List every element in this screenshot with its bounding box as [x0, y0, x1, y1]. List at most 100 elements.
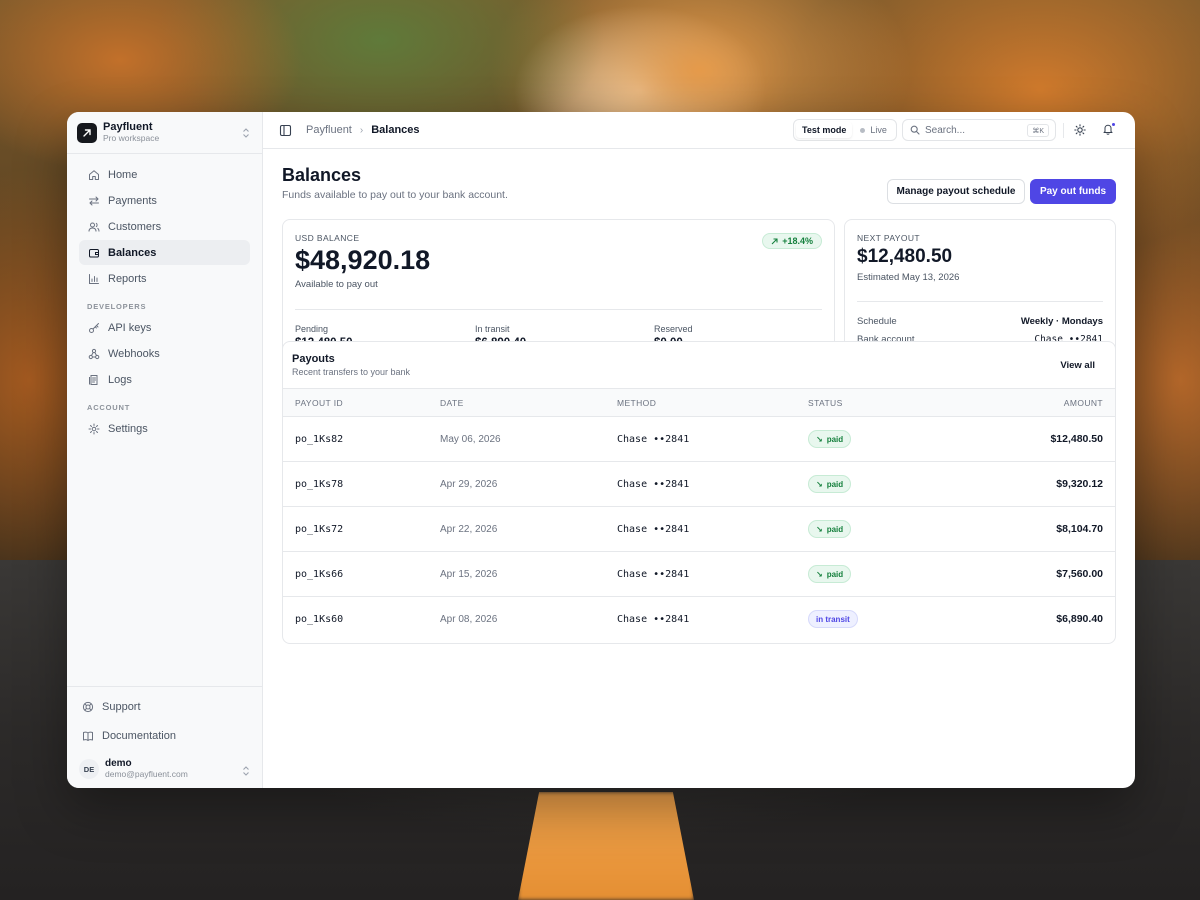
breadcrumb-item[interactable]: Payfluent	[306, 124, 352, 136]
status-label: in transit	[816, 614, 850, 624]
sidebar-item-label: Settings	[108, 422, 148, 435]
logo-icon	[77, 122, 97, 143]
workspace-plan: Pro workspace	[103, 133, 160, 143]
search-box: ⌘K	[902, 119, 1056, 141]
theme-toggle-button[interactable]	[1071, 121, 1089, 139]
mode-toggle: Test mode Live	[793, 119, 897, 141]
notifications-button[interactable]	[1099, 120, 1117, 138]
sidebar-item-balances[interactable]: Balances	[79, 240, 250, 265]
payouts-title: Payouts	[292, 353, 335, 365]
payout-amount: $8,104.70	[1056, 523, 1103, 535]
payouts-subtitle: Recent transfers to your bank	[292, 367, 411, 377]
search-icon	[910, 125, 920, 135]
payout-id: po_1Ks60	[295, 613, 344, 625]
sidebar-item-settings[interactable]: Settings	[79, 416, 250, 441]
balance-change-value: +18.4%	[782, 236, 813, 246]
status-label: paid	[826, 524, 844, 534]
breadcrumb-current: Balances	[371, 124, 420, 136]
status-badge: ↘ paid	[808, 520, 852, 538]
schedule-label: Schedule	[857, 316, 897, 327]
sidebar-item-customers[interactable]: Customers	[79, 214, 250, 239]
table-row[interactable]: po_1Ks66 Apr 15, 2026 Chase ••2841 ↘ paid…	[283, 552, 1115, 597]
status-label: paid	[826, 479, 844, 489]
payout-date: May 06, 2026	[440, 433, 501, 445]
payout-amount: $6,890.40	[1056, 613, 1103, 626]
table-row[interactable]: po_1Ks72 Apr 22, 2026 Chase ••2841 ↘ paid…	[283, 507, 1115, 552]
sidebar-item-label: Payments	[108, 194, 157, 207]
view-all-button[interactable]: View all	[1052, 355, 1103, 375]
payout-id: po_1Ks82	[295, 433, 344, 445]
stat-label: Pending	[295, 324, 329, 334]
stat-label: Reserved	[654, 324, 693, 334]
status-badge: ↘ paid	[808, 430, 852, 448]
payout-id: po_1Ks78	[295, 478, 344, 490]
table-row[interactable]: po_1Ks60 Apr 08, 2026 Chase ••2841 in tr…	[283, 597, 1115, 642]
sidebar-item-logs[interactable]: Logs	[79, 367, 250, 392]
breadcrumb: Payfluent › Balances	[306, 124, 420, 136]
sidebar-item-home[interactable]: Home	[79, 162, 250, 187]
sidebar-footer: Support Documentation DE demo demo@payfl…	[67, 686, 262, 788]
column-header-payout-id[interactable]: PAYOUT ID	[283, 389, 440, 417]
chevron-right-icon: ›	[359, 124, 364, 136]
mode-live-button[interactable]: Live	[852, 125, 887, 135]
status-badge: in transit	[808, 610, 858, 629]
user-menu[interactable]: DE demo demo@payfluent.com	[79, 758, 250, 780]
arrow-down-right-icon: ↘	[816, 569, 823, 579]
payout-method: Chase ••2841	[617, 478, 690, 490]
key-icon	[87, 321, 101, 335]
nav-section-account: ACCOUNT	[87, 403, 131, 412]
sidebar-item-label: Home	[108, 168, 138, 181]
sidebar-item-payments[interactable]: Payments	[79, 188, 250, 213]
column-header-status[interactable]: STATUS	[808, 389, 942, 417]
table-row[interactable]: po_1Ks82 May 06, 2026 Chase ••2841 ↘ paid…	[283, 417, 1115, 462]
payout-amount: $9,320.12	[1056, 478, 1103, 490]
balance-amount: $48,920.18	[295, 245, 431, 275]
payout-date: Apr 29, 2026	[440, 478, 498, 490]
pay-out-funds-button[interactable]: Pay out funds	[1030, 179, 1116, 204]
sidebar-item-label: Reports	[108, 272, 147, 285]
status-badge: ↘ paid	[808, 565, 852, 583]
payout-date: Apr 22, 2026	[440, 523, 498, 535]
column-header-date[interactable]: DATE	[440, 389, 617, 417]
divider	[295, 309, 822, 310]
sidebar-item-documentation[interactable]: Documentation	[79, 722, 250, 750]
manage-payout-schedule-button[interactable]: Manage payout schedule	[887, 179, 1025, 204]
schedule-row: Schedule Weekly · Mondays	[857, 316, 1103, 327]
payout-date: Apr 08, 2026	[440, 613, 498, 625]
chevron-up-down-icon	[242, 764, 250, 782]
arrow-down-right-icon: ↘	[816, 479, 823, 489]
chevron-up-down-icon	[242, 126, 250, 144]
workspace-name: Payfluent	[103, 121, 153, 133]
arrow-down-right-icon: ↘	[816, 434, 823, 444]
sidebar-item-api-keys[interactable]: API keys	[79, 315, 250, 340]
workspace-switcher[interactable]: Payfluent Pro workspace	[67, 112, 262, 154]
sidebar-item-label: Balances	[108, 246, 157, 259]
sidebar: Payfluent Pro workspace Home Payments Cu…	[67, 112, 263, 788]
sidebar-item-support[interactable]: Support	[79, 693, 250, 721]
table-row[interactable]: po_1Ks78 Apr 29, 2026 Chase ••2841 ↘ paid…	[283, 462, 1115, 507]
schedule-value: Weekly · Mondays	[1020, 316, 1103, 327]
column-header-amount[interactable]: AMOUNT	[942, 389, 1115, 417]
user-email: demo@payfluent.com	[105, 769, 188, 779]
home-icon	[87, 168, 101, 182]
sidebar-nav: Home Payments Customers Balances Reports…	[67, 154, 262, 441]
next-payout-amount: $12,480.50	[857, 246, 953, 267]
payout-amount: $12,480.50	[1050, 433, 1103, 445]
payout-date: Apr 15, 2026	[440, 568, 498, 580]
notification-badge	[1111, 122, 1116, 127]
balance-label: USD BALANCE	[295, 233, 360, 243]
sidebar-item-webhooks[interactable]: Webhooks	[79, 341, 250, 366]
sidebar-item-reports[interactable]: Reports	[79, 266, 250, 291]
mode-test-button[interactable]: Test mode	[796, 122, 853, 138]
sidebar-toggle-icon[interactable]	[279, 124, 292, 137]
payouts-header: Payouts Recent transfers to your bank Vi…	[283, 342, 1115, 388]
topbar: Payfluent › Balances Test mode Live ⌘K	[263, 112, 1135, 149]
status-label: paid	[826, 569, 844, 579]
search-input[interactable]	[925, 124, 1025, 136]
users-icon	[87, 220, 101, 234]
column-header-method[interactable]: METHOD	[617, 389, 808, 417]
logs-icon	[87, 373, 101, 387]
balance-change-badge: +18.4%	[762, 233, 822, 249]
payout-id: po_1Ks72	[295, 523, 344, 535]
sidebar-item-label: API keys	[108, 321, 152, 334]
